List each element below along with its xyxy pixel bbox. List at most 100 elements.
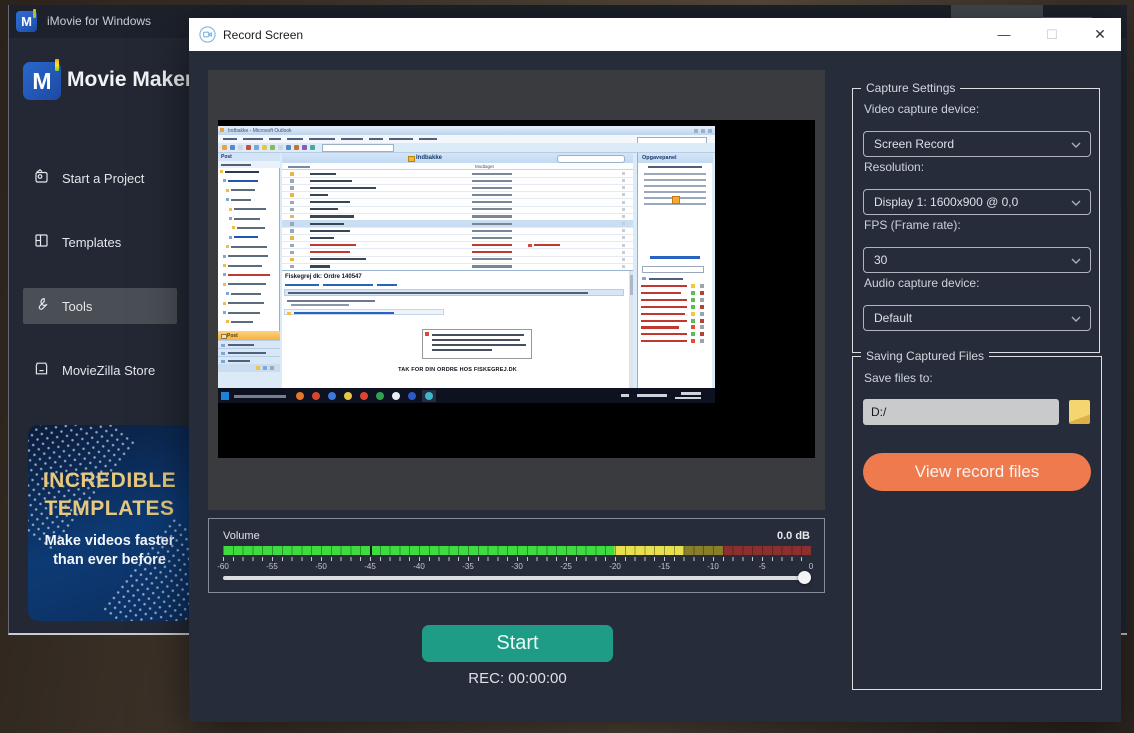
volume-level-meter [223,546,811,555]
overdue-label-bar [534,244,560,246]
maximize-icon[interactable]: ☐ [1029,18,1075,51]
volume-label: Volume [223,530,260,542]
row-separator [282,191,633,192]
resolution-label: Resolution: [864,160,924,174]
message-date-bar [472,208,512,210]
capture-settings-group: Capture Settings Video capture device: S… [852,88,1100,353]
minimize-icon[interactable]: — [981,18,1027,51]
fps-select[interactable]: 30 [863,247,1091,273]
volume-panel: Volume 0.0 dB -60-55-50-45-40-35-30-25-2… [208,518,825,593]
message-date-bar [472,180,512,182]
chevron-down-icon [1071,258,1081,264]
outlook-task-panel: Opgavepanel [637,153,712,388]
promo-dots-decoration [100,516,191,621]
message-subject-bar [310,251,350,253]
tree-item-icon [229,217,232,220]
toolbar-icon [286,145,291,150]
volume-slider-track[interactable] [223,576,811,580]
outlook-toolbar [218,143,715,153]
volume-tick-label: -60 [217,562,229,571]
toolbar-icon [270,145,275,150]
new-project-icon [33,168,50,188]
message-date-bar [472,201,512,203]
volume-tick-marks [223,557,811,561]
task-text-bar [641,320,687,322]
taskbar-app-icon [392,392,400,400]
outlook-mailboxes-row [218,161,280,168]
view-record-files-button[interactable]: View record files [863,453,1091,491]
task-text-bar [641,292,681,294]
start-recording-button[interactable]: Start [422,625,613,662]
outlook-window-title: Indbakke - Microsoft Outlook [228,128,292,134]
promo-subtitle: Make videos faster [28,533,191,549]
dialog-title: Record Screen [223,28,303,42]
task-flag-icon [700,291,704,295]
outlook-module-button [218,348,280,356]
task-category-icon [691,319,695,323]
record-screen-dialog: Record Screen — ☐ ✕ Indbakke - Microsoft… [189,18,1121,722]
message-flag-icon [622,222,625,225]
menu-item-bar [287,138,303,141]
message-subject-bar [310,265,330,267]
promo-subtitle: than ever before [28,552,191,568]
resolution-select[interactable]: Display 1: 1600x900 @ 0,0 [863,189,1091,215]
task-flag-icon [700,319,704,323]
tree-item-bar [228,255,268,257]
folder-icon [408,156,415,162]
audio-device-select[interactable]: Default [863,305,1091,331]
message-icon [290,186,294,190]
tree-item-bar [228,274,270,276]
row-separator [282,248,633,249]
message-flag-icon [622,244,625,247]
taskbar-app-icon [296,392,304,400]
tree-item-icon [223,273,226,276]
message-icon [290,258,294,262]
menu-item-bar [419,138,437,141]
toolbar-combo [322,144,394,152]
task-text-bar [641,326,679,328]
tree-item-icon [229,208,232,211]
message-flag-icon [622,208,625,211]
row-separator [282,227,633,228]
browse-folder-icon[interactable] [1069,400,1090,424]
task-flag-icon [700,332,704,336]
volume-tick-label: -20 [609,562,621,571]
message-date-bar [472,265,512,267]
sidebar-item-tools[interactable]: Tools [33,288,191,324]
outlook-task-rows [638,283,713,353]
volume-slider-handle[interactable] [798,571,811,584]
menu-item-bar [243,138,263,141]
sidebar-item-templates[interactable]: Templates [33,224,191,260]
task-text-bar [641,285,687,287]
task-text-bar [641,333,687,335]
tree-item-icon [223,302,226,305]
task-flag-icon [700,298,704,302]
record-screen-icon [199,26,216,48]
sidebar-item-label: Tools [62,299,92,314]
row-separator [282,198,633,199]
sidebar-item-start-a-project[interactable]: Start a Project [33,160,191,196]
volume-tick-label: -15 [658,562,670,571]
menu-item-bar [389,138,413,141]
volume-db-value: 0.0 dB [777,530,810,542]
screen-preview-panel: Indbakke - Microsoft Outlook Post Post [208,70,825,510]
toolbar-icon [246,145,251,150]
volume-tick-label: -25 [560,562,572,571]
close-icon[interactable]: ✕ [1077,18,1123,51]
tree-item-bar [228,265,262,267]
tree-item-bar [234,208,266,210]
message-subject-bar [310,258,366,260]
task-text-bar [641,340,687,342]
message-subject-bar [310,201,350,203]
promo-banner[interactable]: INCREDIBLE TEMPLATES Make videos faster … [28,425,191,621]
video-device-select[interactable]: Screen Record [863,131,1091,157]
sidebar-item-moviezilla-store[interactable]: MovieZilla Store [33,352,191,388]
message-icon [290,229,294,233]
save-path-input[interactable]: D:/ [863,399,1059,425]
tree-item-bar [231,293,261,295]
message-subject-bar [310,230,350,232]
tree-item-bar [237,227,265,229]
tree-item-bar [228,180,258,182]
scrollbar [629,271,633,389]
task-flag-icon [700,325,704,329]
